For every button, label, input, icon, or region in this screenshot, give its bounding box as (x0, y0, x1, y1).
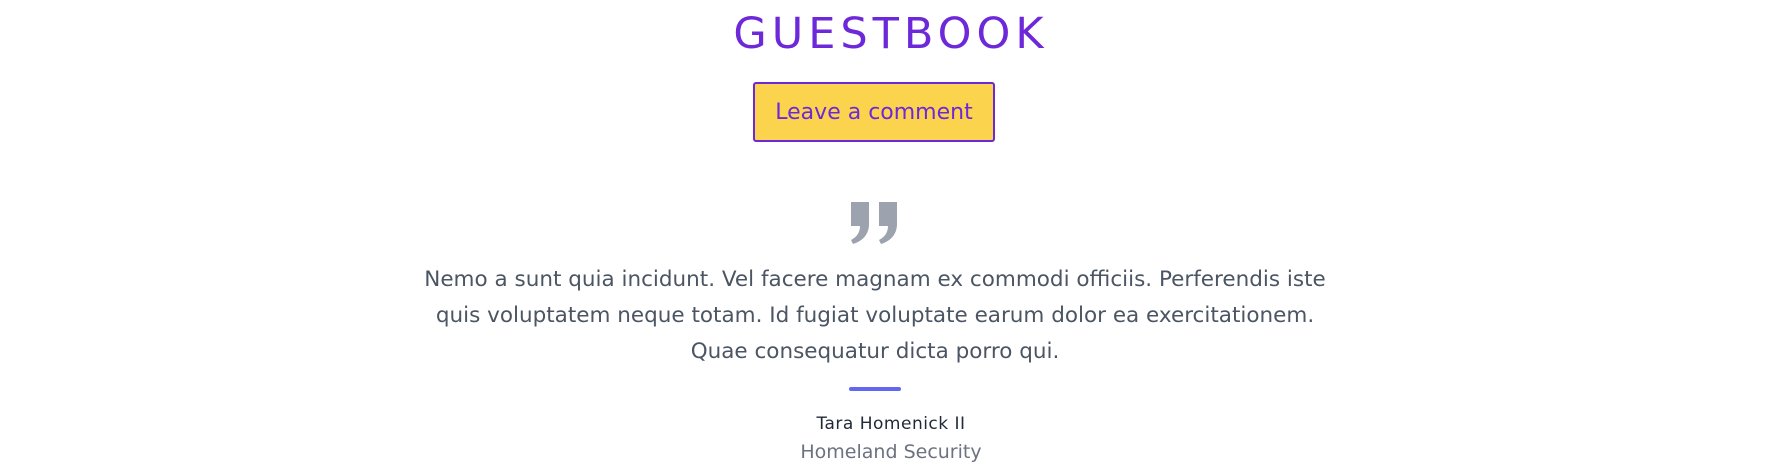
author-role: Homeland Security (800, 441, 982, 463)
guestbook-section: GUESTBOOK Leave a comment Nemo a sunt qu… (0, 0, 1782, 476)
author-name: Tara Homenick II (816, 414, 966, 434)
divider (849, 387, 901, 391)
testimonial-text: Nemo a sunt quia incidunt. Vel facere ma… (424, 267, 1326, 364)
quote-icon (851, 202, 897, 244)
page-title: GUESTBOOK (733, 9, 1049, 59)
leave-comment-button[interactable]: Leave a comment (753, 82, 995, 142)
